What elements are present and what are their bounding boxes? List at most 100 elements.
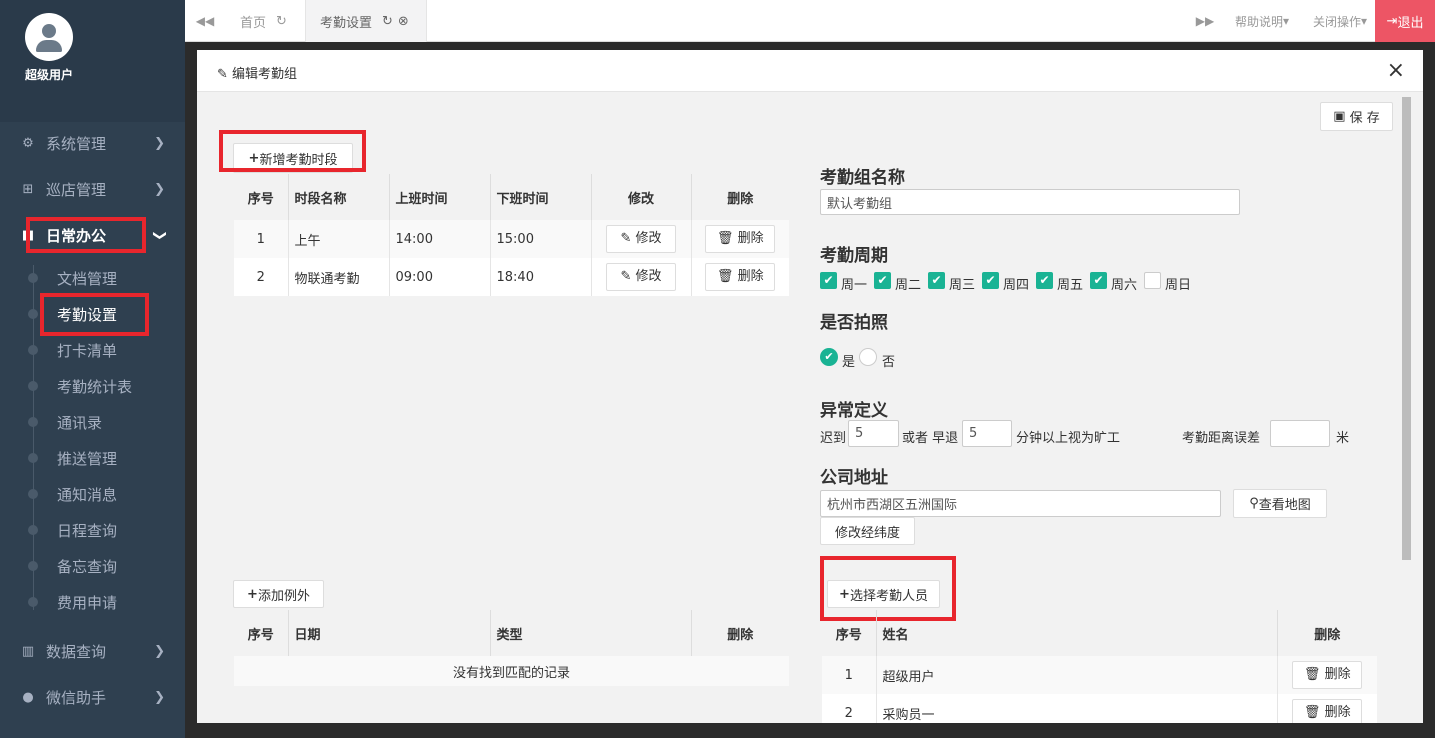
day-label: 周三	[949, 278, 976, 293]
col-header: 时段名称	[287, 174, 389, 220]
day-checkbox[interactable]: ✔	[820, 272, 837, 289]
scrollbar[interactable]	[1402, 97, 1411, 560]
sidebar-sub-docs[interactable]: 文档管理	[0, 260, 185, 296]
user-name: 超级用户	[25, 68, 74, 82]
trash-icon: 🗑	[716, 231, 734, 246]
plus-icon: +	[248, 150, 260, 166]
plus-icon: +	[247, 586, 258, 602]
day-checkbox[interactable]: ✔	[874, 272, 891, 289]
sign-out-icon: ⇥	[1386, 13, 1398, 29]
edit-period-button[interactable]: ✎ 修改	[606, 225, 676, 253]
scroll-left-icon[interactable]: ◀◀	[193, 0, 217, 42]
sidebar-sub-memo[interactable]: 备忘查询	[0, 548, 185, 584]
day-checkbox[interactable]	[1144, 272, 1161, 289]
delete-staff-button[interactable]: 🗑 删除	[1292, 661, 1363, 689]
col-header: 删除	[690, 174, 789, 220]
tab-attendance-settings[interactable]: 考勤设置 ↻ ⊗	[305, 0, 427, 42]
table-row: 2 采购员一 🗑 删除	[822, 694, 1377, 723]
plus-icon: +	[839, 586, 850, 602]
empty-message: 没有找到匹配的记录	[234, 656, 789, 686]
late-minutes-field[interactable]: 5	[848, 420, 899, 447]
wechat-icon: ●	[22, 689, 34, 705]
close-ops-dropdown[interactable]: 关闭操作 ▾	[1305, 0, 1375, 42]
delete-period-button[interactable]: 🗑 删除	[705, 225, 776, 253]
sidebar-sub-attendance-stats[interactable]: 考勤统计表	[0, 368, 185, 404]
day-label: 周一	[841, 278, 868, 293]
col-header: 修改	[590, 174, 691, 220]
col-header: 类型	[489, 610, 691, 656]
sidebar-sub-push[interactable]: 推送管理	[0, 440, 185, 476]
sidebar-sub-clock-list[interactable]: 打卡清单	[0, 332, 185, 368]
user-profile: 超级用户	[0, 0, 185, 122]
abnormal-label: 异常定义	[820, 401, 888, 421]
bar-chart-icon: ▥	[21, 643, 35, 659]
col-header: 日期	[287, 610, 490, 656]
sidebar-item-daily-office[interactable]: ■ 日常办公 ❯	[0, 213, 185, 257]
select-staff-button[interactable]: + 选择考勤人员	[827, 580, 940, 608]
period-table: 序号 时段名称 上班时间 下班时间 修改 删除 1 上午 14:00 15:00…	[234, 174, 789, 296]
tab-bar: ◀◀ 首页 ↻ 考勤设置 ↻ ⊗ ▶▶ 帮助说明 ▾ 关闭操作 ▾ ⇥ 退出	[185, 0, 1435, 42]
tab-home[interactable]: 首页 ↻	[226, 0, 301, 42]
edit-icon: ✎	[217, 67, 228, 82]
logout-button[interactable]: ⇥ 退出	[1375, 0, 1435, 42]
chevron-down-icon: ❯	[152, 229, 168, 241]
exception-table: 序号 日期 类型 删除 没有找到匹配的记录	[234, 610, 789, 686]
sidebar-item-patrol[interactable]: ⊞ 巡店管理 ❯	[0, 167, 185, 211]
day-checkbox[interactable]: ✔	[1090, 272, 1107, 289]
distance-field[interactable]	[1270, 420, 1330, 447]
modal-title: ✎ 编辑考勤组	[217, 67, 298, 82]
sidebar-sub-notice[interactable]: 通知消息	[0, 476, 185, 512]
sidebar-item-data-query[interactable]: ▥ 数据查询 ❯	[0, 629, 185, 673]
refresh-icon[interactable]: ↻	[276, 14, 287, 29]
day-checkbox[interactable]: ✔	[982, 272, 999, 289]
day-label: 周二	[895, 278, 922, 293]
photo-yes-radio[interactable]: ✔	[820, 348, 838, 366]
trash-icon: 🗑	[1303, 705, 1321, 720]
map-marker-icon: ⚲	[1249, 496, 1259, 511]
sidebar-item-wechat[interactable]: ● 微信助手 ❯	[0, 675, 185, 719]
save-button[interactable]: ▣ 保 存	[1320, 102, 1393, 131]
day-label: 周六	[1111, 278, 1138, 293]
day-checkbox[interactable]: ✔	[1036, 272, 1053, 289]
table-row: 1 上午 14:00 15:00 ✎ 修改 🗑 删除	[234, 220, 789, 258]
trash-icon: 🗑	[716, 269, 734, 284]
scroll-right-icon[interactable]: ▶▶	[1193, 0, 1217, 42]
col-header: 上班时间	[388, 174, 490, 220]
edit-coords-button[interactable]: 修改经纬度	[820, 517, 915, 545]
edit-icon: ✎	[620, 231, 632, 246]
photo-no-radio[interactable]	[859, 348, 877, 366]
sidebar-sub-contacts[interactable]: 通讯录	[0, 404, 185, 440]
sidebar-sub-attendance-settings[interactable]: 考勤设置	[0, 296, 185, 332]
edit-period-button[interactable]: ✎ 修改	[606, 263, 676, 291]
add-exception-button[interactable]: + 添加例外	[233, 580, 324, 608]
day-checkbox[interactable]: ✔	[928, 272, 945, 289]
group-name-field[interactable]: 默认考勤组	[820, 189, 1240, 215]
chevron-right-icon: ❯	[154, 643, 165, 659]
trash-icon: 🗑	[1303, 667, 1321, 682]
group-name-label: 考勤组名称	[820, 168, 905, 188]
col-header: 姓名	[875, 610, 1277, 656]
view-map-button[interactable]: ⚲ 查看地图	[1233, 489, 1327, 518]
sidebar-sub-schedule[interactable]: 日程查询	[0, 512, 185, 548]
edit-group-modal: ✎ 编辑考勤组 × ▣ 保 存 + 新增考勤时段 序号 时段名称 上班时间 下班时…	[197, 50, 1423, 723]
refresh-icon[interactable]: ↻	[382, 14, 393, 29]
chevron-right-icon: ❯	[154, 689, 165, 705]
avatar[interactable]	[25, 13, 73, 61]
sitemap-icon: ⊞	[22, 181, 34, 197]
close-icon[interactable]: ⊗	[398, 14, 409, 29]
day-label: 周四	[1003, 278, 1030, 293]
col-header: 删除	[1276, 610, 1377, 656]
sidebar-item-system[interactable]: ⚙ 系统管理 ❯	[0, 121, 185, 165]
gears-icon: ⚙	[22, 135, 34, 151]
delete-staff-button[interactable]: 🗑 删除	[1292, 699, 1363, 723]
early-minutes-field[interactable]: 5	[962, 420, 1012, 447]
address-field[interactable]: 杭州市西湖区五洲国际	[820, 490, 1221, 517]
modal-header: ✎ 编辑考勤组 ×	[197, 50, 1423, 92]
delete-period-button[interactable]: 🗑 删除	[705, 263, 776, 291]
col-header: 删除	[690, 610, 789, 656]
help-dropdown[interactable]: 帮助说明 ▾	[1227, 0, 1297, 42]
add-period-button[interactable]: + 新增考勤时段	[233, 143, 353, 173]
close-icon[interactable]: ×	[1387, 58, 1405, 83]
sidebar: 超级用户 ⚙ 系统管理 ❯ ⊞ 巡店管理 ❯ ■ 日常办公 ❯ 文档管理 考勤设置 打卡清单…	[0, 0, 185, 738]
sidebar-sub-expense[interactable]: 费用申请	[0, 584, 185, 620]
